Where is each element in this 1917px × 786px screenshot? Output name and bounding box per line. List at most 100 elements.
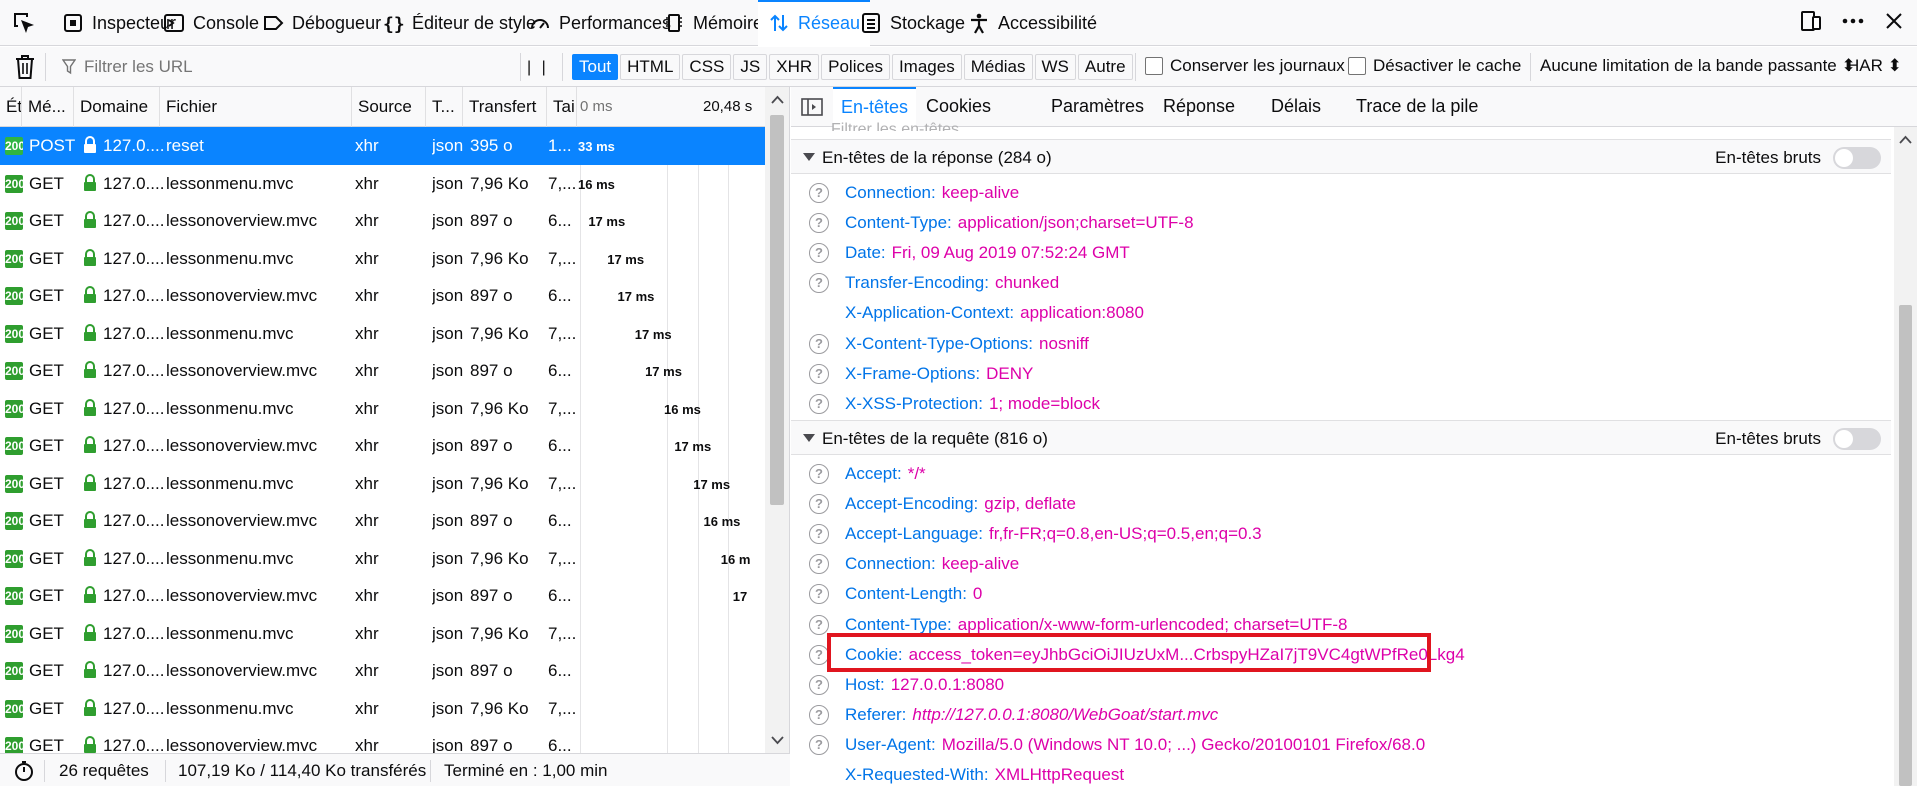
help-icon[interactable]: ?: [809, 704, 829, 725]
request-row[interactable]: 200 GET 127.0....lessonmenu.mvc xhr json 7,96…: [0, 615, 765, 653]
help-icon[interactable]: ?: [809, 213, 829, 234]
header-row[interactable]: ? Transfer-Encoding: chunked: [791, 268, 1891, 298]
help-icon[interactable]: ?: [809, 644, 829, 665]
help-icon[interactable]: ?: [809, 393, 829, 414]
filter-button-xhr[interactable]: XHR: [769, 54, 820, 80]
filter-button-images[interactable]: Images: [891, 54, 962, 80]
tool-tab-memory[interactable]: Mémoire: [653, 0, 773, 46]
responsive-design-icon[interactable]: [1799, 9, 1823, 33]
performance-analysis-icon[interactable]: [13, 760, 35, 782]
help-icon[interactable]: ?: [809, 363, 829, 384]
disable-cache-checkbox[interactable]: Désactiver le cache: [1348, 56, 1521, 76]
raw-headers-toggle[interactable]: [1833, 147, 1881, 169]
header-row[interactable]: ? X-XSS-Protection: 1; mode=block: [791, 389, 1891, 419]
request-row[interactable]: 200 GET 127.0....lessonoverview.mvc xhr json…: [0, 577, 765, 615]
checkbox-box[interactable]: [1145, 57, 1163, 75]
filter-button-polices[interactable]: Polices: [821, 54, 890, 80]
throttling-select[interactable]: Aucune limitation de la bande passante ⬍: [1540, 56, 1856, 76]
header-row[interactable]: X-Requested-With: XMLHttpRequest: [791, 760, 1891, 786]
expand-triangle-icon[interactable]: [803, 153, 815, 161]
pause-icon[interactable]: | |: [527, 59, 549, 77]
help-icon[interactable]: ?: [809, 614, 829, 635]
request-row[interactable]: 200 GET 127.0....lessonoverview.mvc xhr json…: [0, 277, 765, 315]
column-status[interactable]: Ét: [0, 87, 22, 127]
header-row[interactable]: ? Host: 127.0.0.1:8080: [791, 670, 1891, 700]
help-icon[interactable]: ?: [809, 464, 829, 484]
checkbox-box[interactable]: [1348, 57, 1366, 75]
request-row[interactable]: 200 GET 127.0....lessonoverview.mvc xhr json…: [0, 427, 765, 465]
help-icon[interactable]: ?: [809, 243, 829, 264]
tool-tab-debugger[interactable]: Débogueur: [252, 0, 391, 46]
help-icon[interactable]: ?: [809, 183, 829, 203]
request-row[interactable]: 200 GET 127.0....lessonmenu.mvc xhr json 7,96…: [0, 465, 765, 503]
response-headers-section[interactable]: En-têtes de la réponse (284 o) En-têtes …: [791, 139, 1891, 174]
header-row[interactable]: ? Content-Length: 0: [791, 579, 1891, 609]
request-row[interactable]: 200 GET 127.0....lessonoverview.mvc xhr json…: [0, 727, 765, 753]
collapse-panel-icon[interactable]: [801, 97, 823, 117]
header-row[interactable]: ? User-Agent: Mozilla/5.0 (Windows NT 10.0…: [791, 730, 1891, 760]
request-row[interactable]: 200 GET 127.0....lessonoverview.mvc xhr json…: [0, 502, 765, 540]
tool-tab-accessibility[interactable]: Accessibilité: [958, 0, 1107, 46]
request-row[interactable]: 200 GET 127.0....lessonmenu.mvc xhr json 7,96…: [0, 690, 765, 728]
scroll-down-icon[interactable]: [765, 731, 790, 749]
request-headers-section[interactable]: En-têtes de la requête (816 o) En-têtes …: [791, 420, 1891, 455]
scrollbar-thumb[interactable]: [1899, 305, 1912, 786]
close-icon[interactable]: [1883, 10, 1905, 32]
details-tab[interactable]: Trace de la pile: [1348, 87, 1486, 127]
request-row[interactable]: 200 GET 127.0....lessonmenu.mvc xhr json 7,96…: [0, 540, 765, 578]
request-row[interactable]: 200 GET 127.0....lessonmenu.mvc xhr json 7,96…: [0, 390, 765, 428]
filter-button-autre[interactable]: Autre: [1077, 54, 1133, 80]
element-picker-icon[interactable]: [10, 9, 38, 37]
filter-button-médias[interactable]: Médias: [963, 54, 1033, 80]
more-options-icon[interactable]: [1841, 9, 1865, 33]
column-type[interactable]: T...: [426, 87, 463, 127]
filter-button-tout[interactable]: Tout: [572, 54, 619, 80]
request-row[interactable]: 200 GET 127.0....lessonoverview.mvc xhr json…: [0, 652, 765, 690]
tool-tab-storage[interactable]: Stockage: [850, 0, 975, 46]
scroll-up-icon[interactable]: [1894, 131, 1917, 149]
help-icon[interactable]: ?: [809, 494, 829, 515]
expand-triangle-icon[interactable]: [803, 434, 815, 442]
header-row[interactable]: ? X-Content-Type-Options: nosniff: [791, 329, 1891, 359]
help-icon[interactable]: ?: [809, 674, 829, 695]
url-filter-input[interactable]: [84, 57, 484, 77]
details-tab[interactable]: Paramètres: [1043, 87, 1152, 127]
scroll-up-icon[interactable]: [765, 91, 790, 109]
filter-button-ws[interactable]: WS: [1034, 54, 1076, 80]
column-file[interactable]: Fichier: [160, 87, 352, 127]
header-row[interactable]: ? Content-Type: application/json;charset=U…: [791, 208, 1891, 238]
help-icon[interactable]: ?: [809, 524, 829, 545]
help-icon[interactable]: ?: [809, 734, 829, 755]
filter-button-css[interactable]: CSS: [682, 54, 732, 80]
header-row[interactable]: ? Connection: keep-alive: [791, 178, 1891, 208]
column-method[interactable]: Mé...: [22, 87, 74, 127]
column-domain[interactable]: Domaine: [74, 87, 160, 127]
header-row[interactable]: ? Accept-Encoding: gzip, deflate: [791, 489, 1891, 519]
column-size[interactable]: Tai: [547, 87, 577, 127]
column-source[interactable]: Source: [352, 87, 426, 127]
request-row[interactable]: 200 POST 127.0....reset xhr json 395 o 1... 33 …: [0, 127, 765, 165]
details-scrollbar[interactable]: [1894, 127, 1917, 786]
help-icon[interactable]: ?: [809, 273, 829, 294]
request-row[interactable]: 200 GET 127.0....lessonmenu.mvc xhr json 7,96…: [0, 240, 765, 278]
header-row[interactable]: X-Application-Context: application:8080: [791, 298, 1891, 328]
scrollbar-thumb[interactable]: [770, 115, 784, 505]
help-icon[interactable]: ?: [809, 554, 829, 575]
trash-icon[interactable]: [13, 54, 37, 80]
filter-button-html[interactable]: HTML: [620, 54, 681, 80]
header-row[interactable]: ? Connection: keep-alive: [791, 549, 1891, 579]
headers-filter[interactable]: Filtrer les en-têtes: [831, 121, 959, 131]
request-row[interactable]: 200 GET 127.0....lessonoverview.mvc xhr json…: [0, 352, 765, 390]
request-row[interactable]: 200 GET 127.0....lessonmenu.mvc xhr json 7,96…: [0, 315, 765, 353]
persist-logs-checkbox[interactable]: Conserver les journaux: [1145, 56, 1345, 76]
filter-button-js[interactable]: JS: [733, 54, 768, 80]
header-row[interactable]: ? X-Frame-Options: DENY: [791, 359, 1891, 389]
request-row[interactable]: 200 GET 127.0....lessonmenu.mvc xhr json 7,96…: [0, 165, 765, 203]
request-row[interactable]: 200 GET 127.0....lessonoverview.mvc xhr json…: [0, 202, 765, 240]
raw-headers-toggle[interactable]: [1833, 428, 1881, 450]
help-icon[interactable]: ?: [809, 584, 829, 605]
har-menu[interactable]: HAR ⬍: [1847, 56, 1902, 76]
header-row[interactable]: ? Accept-Language: fr,fr-FR;q=0.8,en-US;q=…: [791, 519, 1891, 549]
header-row[interactable]: ? Referer: http://127.0.0.1:8080/WebGoat/s…: [791, 700, 1891, 730]
help-icon[interactable]: ?: [809, 333, 829, 354]
